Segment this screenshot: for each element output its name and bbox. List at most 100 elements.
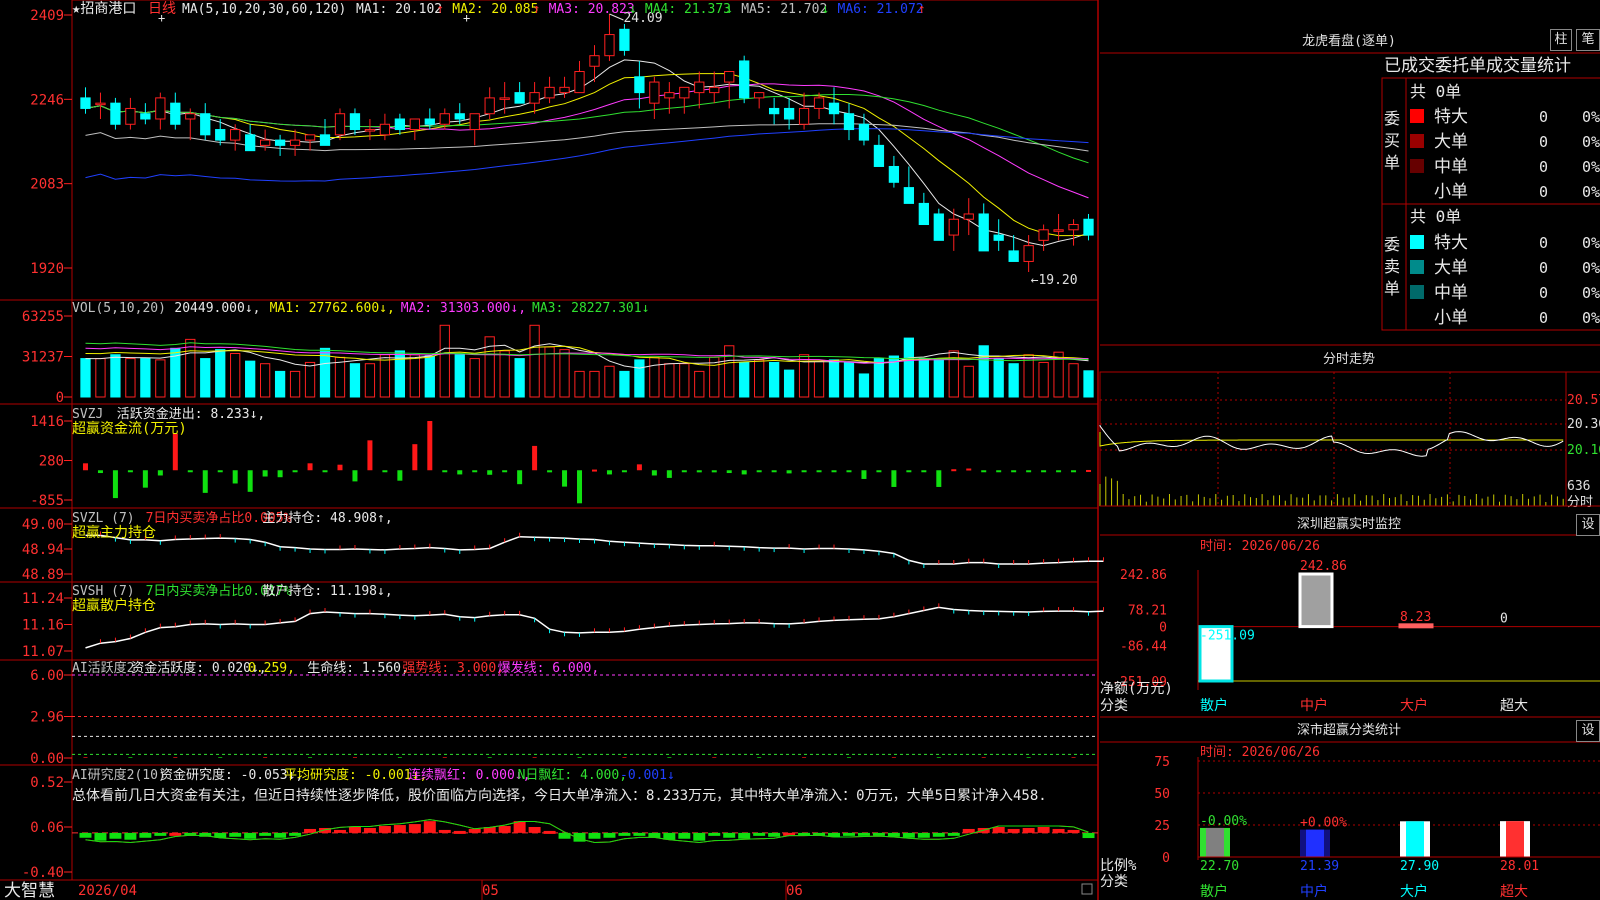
candle-body [484,97,495,115]
money-flow-bar [217,470,223,473]
research-bar [348,827,361,833]
buy-side-label: 委 [1384,109,1400,128]
volume-bar [933,358,944,398]
volume-bar [379,354,391,398]
volume-bar [514,358,525,398]
buy-row-pct: 0% [1582,133,1600,151]
research-bar [528,827,541,833]
buy-row-name: 中单 [1434,157,1468,177]
activity-bar [712,757,717,758]
activity-bar [173,757,178,758]
money-flow-bar [322,470,328,473]
candle-body [409,118,420,131]
candle-body [978,213,989,252]
research-bar [1037,827,1050,833]
candle-body [215,129,226,141]
stats-y-tick: 75 [1154,755,1170,770]
bar-mode-button[interactable]: 柱 [1550,29,1572,51]
lhb-subtitle: 已成交委托单成交量统计 [1384,56,1571,76]
volume-bar [259,363,271,398]
candle-body [499,97,510,100]
stats-category-label: 超大 [1500,884,1528,900]
buy-row-pct: 0% [1582,183,1600,201]
buy-row-name: 特大 [1434,107,1468,127]
activity-bar [487,757,492,758]
monitor-value-label: -251.09 [1200,629,1255,644]
x-axis-label: 06 [786,883,803,899]
ai-activity-header-item: 强势线: 3.000, [402,660,504,676]
stats-bar-core [1406,821,1424,857]
monitor-category-label: 大户 [1400,697,1428,714]
candle-body [245,134,256,152]
volume-bar [125,358,136,398]
buy-side-label: 买 [1384,131,1400,150]
candle-body [1038,229,1049,241]
stats-title: 深市超赢分类统计 [1297,722,1401,738]
money-flow-bar [996,470,1002,473]
candle-body [319,134,331,146]
activity-bar [308,757,313,758]
volume-bar [843,361,855,398]
vol-header-item: 20449.000↓, [174,301,260,316]
ma-value-label: MA4: 21.373 [645,2,731,17]
vol-header-item: VOL(5,10,20) [72,301,166,316]
svsh-axis-tick: 11.07 [22,644,64,660]
intraday-vol-tick: 636 [1567,479,1590,494]
money-flow-bar [666,470,672,478]
low-price-label: ←19.20 [1031,273,1078,288]
candle-body [1008,250,1019,262]
candle-body [963,213,974,220]
ma-line-3 [85,83,1089,199]
money-flow-bar [591,469,597,472]
stats-settings-button[interactable]: 设 [1576,720,1600,742]
research-bar [453,830,466,834]
money-flow-bar [621,470,627,473]
money-flow-bar [442,470,448,473]
tick-mode-button[interactable]: 笔 [1576,29,1600,51]
monitor-settings-button[interactable]: 设 [1576,514,1600,536]
volume-bar [679,363,690,398]
research-bar [109,832,122,839]
svzl-axis-tick: 49.00 [22,517,64,533]
buy-row-name: 小单 [1434,182,1468,202]
research-bar [543,830,556,834]
sell-side-label: 卖 [1384,257,1400,276]
activity-bar [128,757,133,758]
volume-bar [110,354,121,398]
research-bar [94,832,107,841]
svzj-axis-tick: -855 [30,493,64,509]
ma-arrow: ↓ [725,2,733,17]
ai-research-header-item: AI研究度2(10) [72,767,166,783]
candle-body [334,113,346,136]
money-flow-bar [502,470,508,473]
research-bar [468,828,481,833]
money-flow-bar [532,445,538,471]
activity-bar [263,757,268,758]
money-flow-bar [547,470,553,473]
volume-bar [304,361,316,398]
activity-bar [577,757,582,758]
volume-bar [215,349,226,398]
candle-body [813,97,825,109]
monitor-y-tick: 78.21 [1128,604,1167,619]
volume-bar [364,363,376,398]
money-flow-bar [487,470,493,475]
money-flow-bar [472,470,478,473]
volume-bar [200,358,211,398]
volume-bar [754,359,765,398]
research-bar [962,828,975,833]
vol-axis-tick: 63255 [22,309,64,325]
volume-bar [80,358,91,398]
ai-research-header-item: -0.001↓ [620,768,675,783]
research-bar [244,832,257,839]
candle-body [200,113,211,136]
research-bar [229,832,242,837]
money-flow-bar [307,463,313,471]
monitor-bar [1298,572,1334,629]
money-flow-bar [696,470,702,473]
activity-bar [442,757,447,758]
money-flow-bar [262,470,268,477]
stats-axis-caption: 比例% [1100,858,1137,874]
sell-row-name: 特大 [1434,233,1468,253]
ai-research-axis-tick: 0.06 [30,820,64,836]
